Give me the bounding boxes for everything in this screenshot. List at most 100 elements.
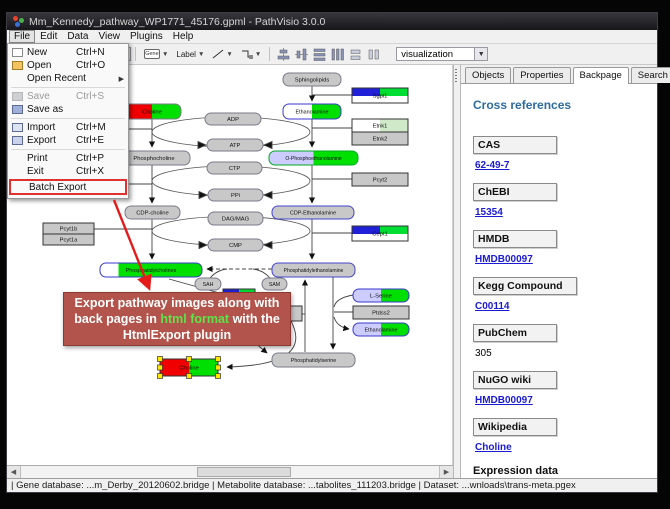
chevron-down-icon[interactable]: ▼ (255, 51, 261, 58)
menu-item-batch-export[interactable]: Batch Export (9, 179, 127, 195)
pathway-node-sah[interactable]: SAH (195, 278, 221, 290)
tab-objects[interactable]: Objects (465, 67, 511, 83)
xref-database-name: CAS (473, 136, 557, 154)
menu-item-save-as[interactable]: Save as (9, 103, 127, 116)
horizontal-scrollbar[interactable]: ◀ ▶ (7, 465, 453, 478)
xref-link[interactable]: HMDB00097 (475, 395, 649, 406)
pathway-node-o-phosphoethanolamine[interactable]: O-Phosphoethanolamine (269, 151, 358, 165)
menu-item-shortcut: Ctrl+S (76, 91, 116, 102)
pathway-node-phosphatidylserine[interactable]: Phosphatidylserine (272, 353, 355, 367)
new-connector-button[interactable]: ▼ (237, 45, 265, 63)
pathway-node-cmp[interactable]: CMP (208, 239, 263, 251)
menu-item-label: New (27, 47, 76, 58)
xref-database-name: NuGO wiki (473, 371, 557, 389)
label-tool-text: Label (176, 50, 196, 59)
menu-item-new[interactable]: NewCtrl+N (9, 46, 127, 59)
selection-handle[interactable] (216, 374, 221, 379)
menu-item-open-recent[interactable]: Open Recent▶ (9, 72, 127, 85)
pathway-node-sam[interactable]: SAM (262, 278, 287, 290)
pathway-node-cdp-choline[interactable]: CDP-choline (125, 206, 180, 219)
menu-item-open[interactable]: OpenCtrl+O (9, 59, 127, 72)
match-height-button[interactable] (364, 46, 382, 62)
match-width-button[interactable] (346, 46, 364, 62)
svg-text:Pcyt2: Pcyt2 (373, 178, 388, 184)
menubar-item-data[interactable]: Data (62, 30, 93, 43)
xref-link[interactable]: HMDB00097 (475, 254, 649, 265)
pathway-node-l-serine[interactable]: L-Serine (353, 289, 409, 302)
pathway-node-pcyt1b[interactable]: Pcyt1b (43, 223, 94, 234)
pathway-node-atp[interactable]: ATP (207, 139, 263, 151)
new-label-button[interactable]: Label ▼ (172, 45, 208, 63)
pathway-node-phosphatidylcholines[interactable]: Phosphatidylcholines (100, 263, 202, 277)
align-middle-button[interactable] (292, 46, 310, 62)
backpage-panel[interactable]: Cross references CAS62-49-7ChEBI15354HMD… (461, 84, 657, 478)
svg-text:Sgpl1: Sgpl1 (373, 94, 388, 100)
menubar-item-edit[interactable]: Edit (35, 30, 62, 43)
distribute-vertical-button[interactable] (310, 46, 328, 62)
xref-link[interactable]: 62-49-7 (475, 160, 649, 171)
pathway-node-ethanolamine[interactable]: Ethanolamine (353, 323, 409, 336)
chevron-down-icon[interactable]: ▼ (198, 51, 204, 58)
svg-text:Phosphatidylcholines: Phosphatidylcholines (126, 268, 177, 274)
new-line-button[interactable]: ▼ (208, 45, 236, 63)
menu-item-export[interactable]: ExportCtrl+E (9, 134, 127, 147)
new-gene-button[interactable]: Gene ▼ (140, 45, 172, 63)
scrollbar-track[interactable] (21, 466, 439, 478)
pathway-node-pcyt2[interactable]: Pcyt2 (352, 173, 408, 186)
panel-splitter[interactable] (453, 65, 461, 478)
tab-backpage[interactable]: Backpage (573, 67, 629, 84)
xref-section-chebi: ChEBI15354 (473, 183, 649, 218)
xref-link[interactable]: Choline (475, 442, 649, 453)
pathway-node-sphingolipids[interactable]: Sphingolipids (283, 73, 341, 86)
tab-search[interactable]: Search (631, 67, 670, 83)
pathway-node-dag-mag[interactable]: DAG/MAG (208, 212, 263, 225)
pathway-node-cept1[interactable]: Cept1 (352, 226, 408, 241)
scroll-left-icon[interactable]: ◀ (7, 466, 21, 478)
pathway-node-sgpl1[interactable]: Sgpl1 (352, 88, 408, 103)
selection-handle[interactable] (158, 365, 163, 370)
align-center-button[interactable] (274, 46, 292, 62)
pathway-node-etnk2[interactable]: Etnk2 (352, 132, 408, 145)
selection-handle[interactable] (187, 357, 192, 362)
selection-handle[interactable] (158, 357, 163, 362)
menubar-item-file[interactable]: File (9, 30, 35, 43)
selection-handle[interactable] (216, 357, 221, 362)
selection-handle[interactable] (216, 365, 221, 370)
pathway-node-ppi[interactable]: PPi (208, 189, 263, 201)
xref-link[interactable]: 15354 (475, 207, 649, 218)
pathway-node-etnk1[interactable]: Etnk1 (352, 119, 408, 132)
menubar-item-view[interactable]: View (93, 30, 125, 43)
menu-item-import[interactable]: ImportCtrl+M (9, 121, 127, 134)
xref-link[interactable]: C00114 (475, 301, 649, 312)
svg-text:ADP: ADP (227, 117, 239, 123)
visualization-combobox[interactable]: visualization ▼ (396, 47, 488, 61)
scroll-right-icon[interactable]: ▶ (439, 466, 453, 478)
pathway-node-pcyt1a[interactable]: Pcyt1a (43, 234, 94, 245)
tab-properties[interactable]: Properties (513, 67, 570, 83)
svg-text:Choline: Choline (179, 366, 199, 372)
menu-item-print[interactable]: PrintCtrl+P (9, 152, 127, 165)
menubar-item-help[interactable]: Help (168, 30, 199, 43)
menubar-item-plugins[interactable]: Plugins (125, 30, 168, 43)
pathway-node-ctp[interactable]: CTP (207, 162, 262, 174)
pathvisio-window: Mm_Kennedy_pathway_WP1771_45176.gpml - P… (6, 12, 658, 493)
xref-database-name: Kegg Compound (473, 277, 577, 295)
pathway-node-choline[interactable]: Choline (158, 357, 221, 379)
menu-item-icon-slot (12, 123, 27, 132)
pathway-node-phosphatidylethanolamine[interactable]: Phosphatidylethanolamine (272, 263, 355, 277)
pathway-node-choline[interactable]: Choline (123, 104, 181, 119)
pathway-node-ethanolamine[interactable]: Ethanolamine (283, 104, 341, 119)
svg-text:DAG/MAG: DAG/MAG (222, 217, 250, 223)
scrollbar-thumb[interactable] (197, 467, 291, 477)
pathway-node-ptdss2[interactable]: Ptdss2 (353, 306, 409, 319)
pathway-node-cdp-ethanolamine[interactable]: CDP-Ethanolamine (272, 206, 354, 219)
selection-handle[interactable] (187, 374, 192, 379)
selection-handle[interactable] (158, 374, 163, 379)
chevron-down-icon[interactable]: ▼ (226, 51, 232, 58)
title-bar[interactable]: Mm_Kennedy_pathway_WP1771_45176.gpml - P… (7, 13, 657, 30)
distribute-horizontal-button[interactable] (328, 46, 346, 62)
menu-item-exit[interactable]: ExitCtrl+X (9, 165, 127, 178)
pathway-node-adp[interactable]: ADP (205, 113, 261, 125)
chevron-down-icon[interactable]: ▼ (162, 51, 168, 58)
chevron-down-icon[interactable]: ▼ (474, 48, 487, 60)
